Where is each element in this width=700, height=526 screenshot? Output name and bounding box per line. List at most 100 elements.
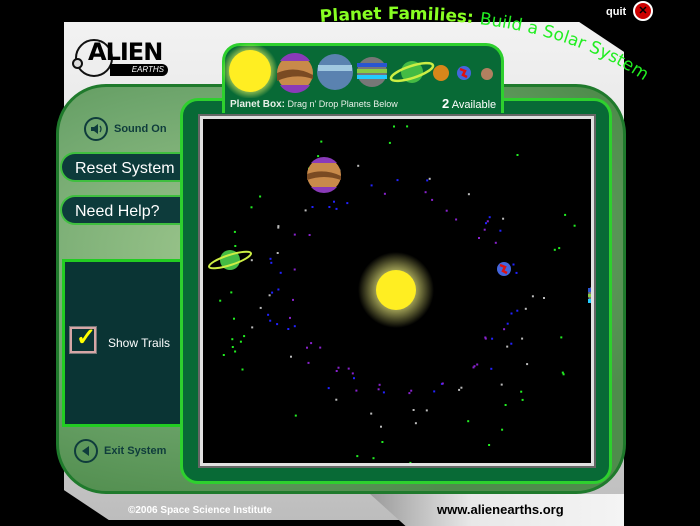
- orbit-view: [208, 125, 594, 463]
- trail-dot: [230, 291, 233, 294]
- trail-dot: [234, 350, 237, 353]
- simulation-canvas[interactable]: [198, 114, 596, 468]
- title-part2: Build a Solar System: [479, 9, 653, 85]
- placed-jupiter[interactable]: [307, 156, 341, 194]
- trail-dot: [277, 225, 280, 228]
- exit-system-button[interactable]: Exit System: [74, 439, 166, 463]
- trail-dot: [222, 354, 225, 356]
- trail-dot: [494, 241, 497, 244]
- trail-dot: [233, 317, 235, 320]
- trail-dot: [293, 233, 296, 236]
- trail-dot: [293, 325, 296, 328]
- trail-dot: [562, 373, 565, 376]
- trail-dot: [431, 198, 434, 201]
- trail-dot: [560, 336, 563, 339]
- trail-dot: [306, 346, 308, 349]
- trail-dot: [476, 363, 479, 366]
- trail-dot: [458, 388, 461, 391]
- trail-dot: [473, 365, 476, 368]
- trail-dot: [268, 294, 271, 297]
- trail-dot: [521, 337, 524, 340]
- trail-dot: [512, 263, 515, 266]
- placed-red-blue-planet[interactable]: [497, 262, 511, 276]
- need-help-button[interactable]: Need Help?: [60, 195, 200, 225]
- stripe: [357, 69, 387, 73]
- trail-dot: [503, 328, 506, 331]
- trail-dot: [356, 455, 359, 458]
- neptune-band: [318, 65, 352, 71]
- trail-dot: [428, 177, 431, 180]
- trail-dot: [259, 306, 262, 309]
- website-link[interactable]: www.alienearths.org: [437, 502, 564, 517]
- trail-dot: [234, 245, 237, 247]
- show-trails-checkbox[interactable]: ✓: [69, 324, 97, 354]
- stripe: [357, 75, 387, 79]
- trail-dot: [409, 461, 412, 463]
- planet-item-sun[interactable]: [222, 43, 278, 98]
- neptune-icon: [317, 54, 353, 90]
- quit-label[interactable]: quit: [606, 6, 626, 18]
- planet-box-label: Planet Box: Drag n' Drop Planets Below: [230, 99, 398, 110]
- trail-dot: [501, 428, 504, 431]
- trail-dot: [335, 370, 338, 372]
- trail-dot: [526, 363, 529, 366]
- trail-dot: [250, 206, 253, 209]
- stripe: [588, 288, 591, 292]
- trail-dot: [396, 179, 399, 182]
- trail-dot: [426, 179, 429, 182]
- trail-dot: [276, 252, 279, 254]
- trail-dot: [383, 192, 386, 195]
- trail-dot: [251, 326, 254, 329]
- trail-dot: [304, 209, 307, 212]
- trail-dot: [377, 388, 380, 391]
- trail-dot: [406, 125, 409, 128]
- available-count: 2 Available: [442, 96, 496, 111]
- show-trails-label: Show Trails: [108, 336, 171, 350]
- trail-dot: [381, 441, 384, 443]
- planet-box-items: [222, 43, 493, 98]
- available-number: 2: [442, 96, 450, 111]
- trail-dot: [483, 228, 486, 231]
- placed-sun[interactable]: [358, 252, 434, 328]
- available-label: Available: [451, 99, 497, 111]
- trail-dot: [333, 200, 335, 203]
- planet-item-orange-rocky[interactable]: [433, 65, 449, 81]
- trail-dot: [270, 261, 273, 264]
- placed-striped-planet[interactable]: [588, 282, 594, 308]
- trail-dot: [231, 338, 234, 341]
- trail-dot: [241, 368, 244, 371]
- jupiter-cap-bottom: [311, 187, 337, 194]
- trail-dot: [346, 202, 349, 205]
- trail-dot: [510, 342, 513, 345]
- trail-dot: [455, 218, 458, 221]
- trail-dot: [433, 390, 436, 393]
- sun-icon: [229, 50, 271, 92]
- quit-button[interactable]: ✕: [633, 1, 653, 21]
- placed-ringed-planet[interactable]: [208, 248, 253, 271]
- trail-dot: [488, 444, 491, 446]
- trail-dot: [279, 271, 282, 274]
- trail-dot: [388, 141, 391, 144]
- planet-item-neptune[interactable]: [317, 54, 353, 90]
- planet-item-red-blue[interactable]: [457, 66, 471, 80]
- trail-dot: [276, 323, 279, 326]
- trail-dot: [357, 164, 360, 167]
- planet-item-striped[interactable]: [357, 57, 387, 87]
- planet-item-brown-rocky[interactable]: [481, 68, 493, 80]
- planet-item-ringed[interactable]: [389, 59, 435, 84]
- sound-toggle[interactable]: Sound On: [84, 117, 167, 141]
- reset-system-button[interactable]: Reset System: [60, 152, 200, 182]
- trail-dot: [259, 195, 262, 198]
- trail-dot: [467, 193, 470, 196]
- trail-dot: [267, 313, 270, 316]
- trail-dot: [410, 389, 413, 392]
- planet-item-jupiter[interactable]: [277, 52, 313, 94]
- trail-dot: [460, 386, 463, 389]
- jupiter-cap-bottom: [280, 85, 310, 94]
- trail-dot: [355, 389, 358, 392]
- planet-box-title: Planet Box:: [230, 99, 286, 110]
- exit-system-label: Exit System: [104, 445, 167, 457]
- trail-dot: [553, 248, 556, 251]
- trail-dot: [520, 390, 523, 393]
- title-part1: Planet Families:: [319, 4, 475, 28]
